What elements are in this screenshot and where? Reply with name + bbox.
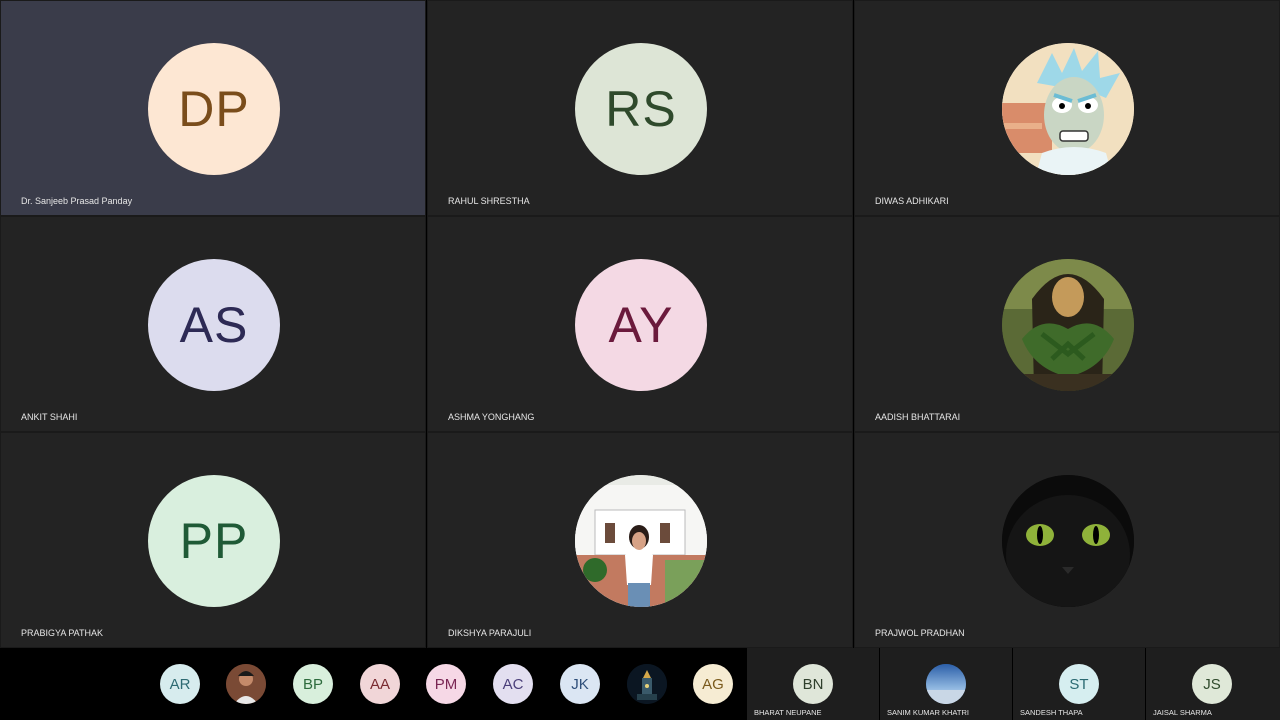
sky-horizon-avatar-icon: [926, 664, 966, 704]
avatar-initials: BP: [302, 675, 323, 693]
participant-name: SANDESH THAPA: [1020, 708, 1083, 717]
participant-name: ANKIT SHAHI: [21, 412, 78, 422]
small-participant-tile[interactable]: JS JAISAL SHARMA: [1146, 648, 1280, 720]
participant-name: DIWAS ADHIKARI: [875, 196, 949, 206]
night-temple-icon[interactable]: [627, 664, 667, 704]
mini-avatar[interactable]: AC: [493, 664, 533, 704]
avatar-initials: AG: [702, 675, 724, 693]
person-photo-avatar-icon: [575, 475, 707, 607]
participant-name: DIKSHYA PARAJULI: [448, 628, 532, 638]
small-participant-tile[interactable]: BN BHARAT NEUPANE: [747, 648, 879, 720]
avatar-initials: AY: [608, 297, 674, 353]
avatar-initials: AC: [502, 675, 524, 693]
avatar-initials: RS: [605, 81, 677, 137]
avatar: PP: [148, 475, 280, 607]
avatar: AY: [575, 259, 707, 391]
participant-name: BHARAT NEUPANE: [754, 708, 822, 717]
mini-avatar: BN: [793, 664, 833, 704]
participant-name: PRAJWOL PRADHAN: [875, 628, 965, 638]
participant-name: Dr. Sanjeeb Prasad Panday: [21, 196, 133, 206]
avatar-initials: ST: [1069, 675, 1089, 693]
participant-name: RAHUL SHRESTHA: [448, 196, 530, 206]
avatar-initials: BN: [802, 675, 824, 693]
mini-avatar[interactable]: AR: [160, 664, 200, 704]
avatar-initials: DP: [178, 81, 250, 137]
mini-avatar[interactable]: BP: [293, 664, 333, 704]
avatar-initials: AS: [179, 297, 249, 353]
avatar: RS: [575, 43, 707, 175]
cartoon-scientist-avatar-icon: [1002, 43, 1134, 175]
participant-tile[interactable]: PP PRABIGYA PATHAK: [0, 432, 426, 648]
small-participant-tile[interactable]: ST SANDESH THAPA: [1013, 648, 1145, 720]
avatar-initials: AA: [369, 675, 390, 693]
participant-tile[interactable]: RS RAHUL SHRESTHA: [427, 0, 853, 216]
mini-avatar[interactable]: AA: [360, 664, 400, 704]
participant-tile[interactable]: DP Dr. Sanjeeb Prasad Panday: [0, 0, 426, 216]
participant-name: JAISAL SHARMA: [1153, 708, 1212, 717]
participant-tile[interactable]: AY ASHMA YONGHANG: [427, 216, 853, 432]
person-photo-icon[interactable]: [226, 664, 266, 704]
participant-name: AADISH BHATTARAI: [875, 412, 961, 422]
participant-tile[interactable]: DIKSHYA PARAJULI: [427, 432, 853, 648]
mini-avatar[interactable]: JK: [560, 664, 600, 704]
avatar-initials: PP: [179, 513, 249, 569]
avatar-initials: JS: [1203, 675, 1221, 693]
mini-avatar: JS: [1192, 664, 1232, 704]
avatar-initials: PM: [434, 675, 458, 693]
mini-avatar[interactable]: PM: [426, 664, 466, 704]
participant-tile[interactable]: AS ANKIT SHAHI: [0, 216, 426, 432]
avatar-initials: AR: [169, 675, 191, 693]
small-participant-tile[interactable]: SANIM KUMAR KHATRI: [880, 648, 1012, 720]
avatar-initials: JK: [571, 675, 589, 693]
participant-name: PRABIGYA PATHAK: [21, 628, 104, 638]
participant-tile[interactable]: DIWAS ADHIKARI: [854, 0, 1280, 216]
avatar: AS: [148, 259, 280, 391]
mini-avatar: ST: [1059, 664, 1099, 704]
participant-name: ASHMA YONGHANG: [448, 412, 535, 422]
participant-tile[interactable]: AADISH BHATTARAI: [854, 216, 1280, 432]
painting-portrait-avatar-icon: [1002, 259, 1134, 391]
mini-avatar[interactable]: AG: [693, 664, 733, 704]
participant-name: SANIM KUMAR KHATRI: [887, 708, 969, 717]
avatar: DP: [148, 43, 280, 175]
black-cat-avatar-icon: [1002, 475, 1134, 607]
participant-tile[interactable]: PRAJWOL PRADHAN: [854, 432, 1280, 648]
participant-grid: DP Dr. Sanjeeb Prasad Panday RS RAHUL SH…: [0, 0, 1280, 648]
